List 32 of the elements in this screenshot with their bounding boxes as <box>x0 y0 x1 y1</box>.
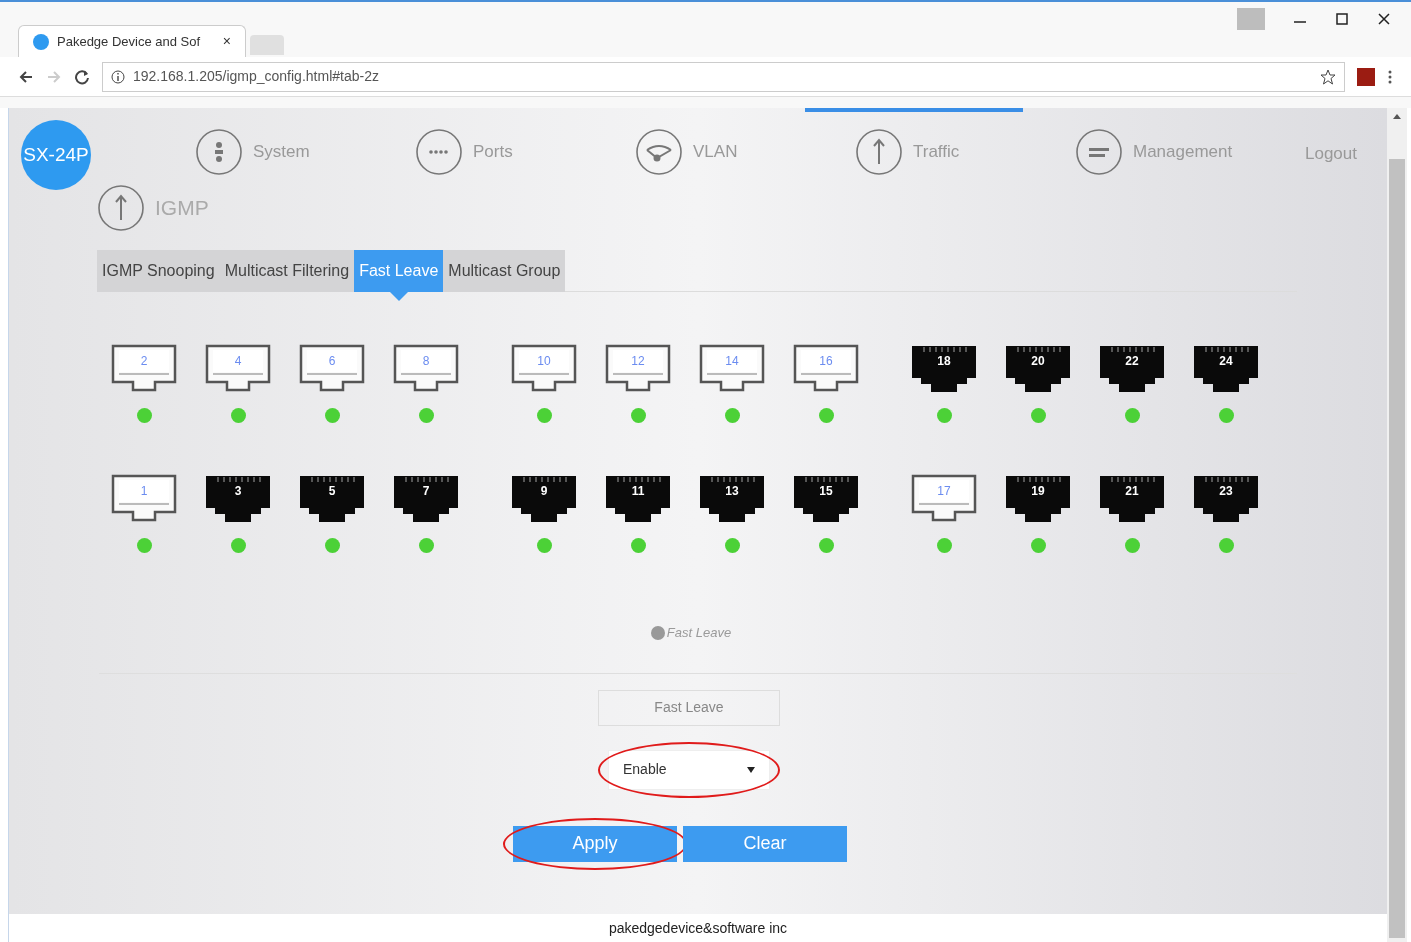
profile-icon <box>1237 8 1265 30</box>
legend-label: Fast Leave <box>666 624 732 642</box>
back-icon[interactable] <box>18 68 34 85</box>
menu-icon[interactable] <box>1387 68 1393 85</box>
url-text: 192.168.1.205/igmp_config.html#tab-2z <box>133 67 379 86</box>
scrollbar[interactable] <box>1387 108 1407 942</box>
tab-close-button[interactable]: × <box>222 31 231 52</box>
browser-tab[interactable]: Pakedge Device and Sof × <box>18 25 246 57</box>
section-title: IGMP <box>155 195 209 222</box>
favicon-icon <box>33 33 49 50</box>
arrow-up-icon <box>855 128 903 176</box>
fast-leave-select[interactable]: Enable <box>608 749 770 790</box>
tab-title: Pakedge Device and Sof <box>57 32 201 51</box>
tab[interactable]: Multicast Group <box>443 250 566 292</box>
star-icon[interactable] <box>1320 68 1336 85</box>
address-bar[interactable]: 192.168.1.205/igmp_config.html#tab-2z <box>102 61 1345 92</box>
info-icon <box>111 69 125 84</box>
tab-pointer <box>389 292 408 301</box>
reload-icon[interactable] <box>74 68 90 85</box>
tab[interactable]: IGMP Snooping <box>97 250 220 292</box>
sliders-icon <box>195 128 243 176</box>
maximize-icon[interactable] <box>1335 12 1349 26</box>
pdf-extension-icon[interactable] <box>1357 67 1375 86</box>
lines-icon <box>1075 128 1123 176</box>
network-icon <box>635 128 683 176</box>
tab[interactable]: Multicast Filtering <box>219 250 355 292</box>
logo: SX-24P <box>21 120 91 190</box>
dots-icon <box>415 128 463 176</box>
form-label: Fast Leave <box>598 689 780 726</box>
close-icon[interactable] <box>1377 12 1391 26</box>
arrow-up-icon <box>97 184 145 232</box>
footer-text: pakedgedevice&software inc <box>608 918 788 938</box>
